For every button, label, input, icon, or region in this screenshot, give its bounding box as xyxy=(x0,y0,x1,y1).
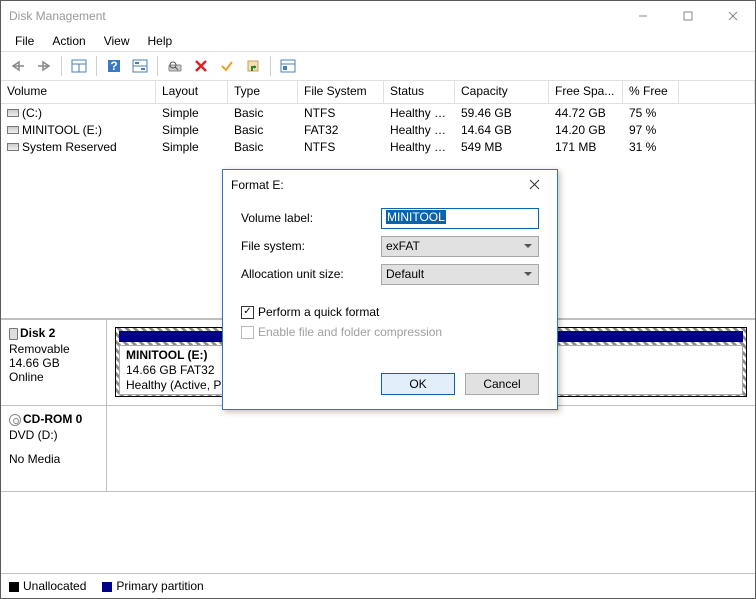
legend-primary: Primary partition xyxy=(102,579,203,593)
allocation-select[interactable]: Default xyxy=(381,264,539,285)
menu-help[interactable]: Help xyxy=(140,32,181,50)
legend-unallocated: Unallocated xyxy=(9,579,86,593)
col-layout[interactable]: Layout xyxy=(156,81,228,103)
label-filesystem: File system: xyxy=(241,239,381,253)
menu-view[interactable]: View xyxy=(96,32,138,50)
cd-icon xyxy=(9,414,21,426)
disk-info: Disk 2Removable14.66 GBOnline xyxy=(1,320,107,405)
table-row[interactable]: (C:)SimpleBasicNTFSHealthy (B...59.46 GB… xyxy=(1,104,755,121)
compression-checkbox xyxy=(241,326,254,339)
dialog-close-button[interactable] xyxy=(519,177,549,193)
dialog-titlebar: Format E: xyxy=(223,170,557,200)
volume-icon xyxy=(7,109,19,117)
check-icon[interactable] xyxy=(216,55,238,77)
col-spacer xyxy=(679,81,755,103)
col-capacity[interactable]: Capacity xyxy=(455,81,549,103)
table-row[interactable]: MINITOOL (E:)SimpleBasicFAT32Healthy (A.… xyxy=(1,121,755,138)
col-volume[interactable]: Volume xyxy=(1,81,156,103)
table-row[interactable]: System ReservedSimpleBasicNTFSHealthy (S… xyxy=(1,138,755,155)
close-button[interactable] xyxy=(710,2,755,30)
volume-icon xyxy=(7,143,19,151)
properties-icon[interactable] xyxy=(242,55,264,77)
window-title: Disk Management xyxy=(9,9,620,23)
col-status[interactable]: Status xyxy=(384,81,455,103)
disk-info: CD-ROM 0DVD (D:)No Media xyxy=(1,406,107,491)
disk-management-window: Disk Management File Action View Help ? xyxy=(0,0,756,599)
refresh-button[interactable] xyxy=(129,55,151,77)
col-pctfree[interactable]: % Free xyxy=(623,81,679,103)
table-header: Volume Layout Type File System Status Ca… xyxy=(1,81,755,104)
svg-text:?: ? xyxy=(110,59,117,73)
col-free[interactable]: Free Spa... xyxy=(549,81,623,103)
forward-button[interactable] xyxy=(33,55,55,77)
minimize-button[interactable] xyxy=(620,2,665,30)
label-volume: Volume label: xyxy=(241,211,381,225)
volume-icon xyxy=(7,126,19,134)
delete-icon[interactable] xyxy=(190,55,212,77)
disk-row: CD-ROM 0DVD (D:)No Media xyxy=(1,406,755,492)
col-type[interactable]: Type xyxy=(228,81,298,103)
menubar: File Action View Help xyxy=(1,31,755,51)
toolbar: ? xyxy=(1,51,755,81)
ok-button[interactable]: OK xyxy=(381,373,455,395)
show-hide-button[interactable] xyxy=(68,55,90,77)
help-icon[interactable]: ? xyxy=(103,55,125,77)
quick-format-label: Perform a quick format xyxy=(258,305,379,319)
titlebar: Disk Management xyxy=(1,1,755,31)
back-button[interactable] xyxy=(7,55,29,77)
menu-file[interactable]: File xyxy=(7,32,42,50)
settings-icon[interactable] xyxy=(277,55,299,77)
filesystem-select[interactable]: exFAT xyxy=(381,236,539,257)
disk-icon xyxy=(9,328,18,340)
menu-action[interactable]: Action xyxy=(44,32,93,50)
quick-format-checkbox[interactable] xyxy=(241,306,254,319)
dialog-title: Format E: xyxy=(231,178,519,192)
col-filesystem[interactable]: File System xyxy=(298,81,384,103)
rescan-button[interactable] xyxy=(164,55,186,77)
volume-label-input[interactable]: MINITOOL xyxy=(381,208,539,229)
maximize-button[interactable] xyxy=(665,2,710,30)
label-allocation: Allocation unit size: xyxy=(241,267,381,281)
legend-bar: Unallocated Primary partition xyxy=(1,573,755,598)
cancel-button[interactable]: Cancel xyxy=(465,373,539,395)
format-dialog: Format E: Volume label: MINITOOL File sy… xyxy=(222,169,558,410)
compression-label: Enable file and folder compression xyxy=(258,325,442,339)
disk-graphic xyxy=(107,406,755,491)
